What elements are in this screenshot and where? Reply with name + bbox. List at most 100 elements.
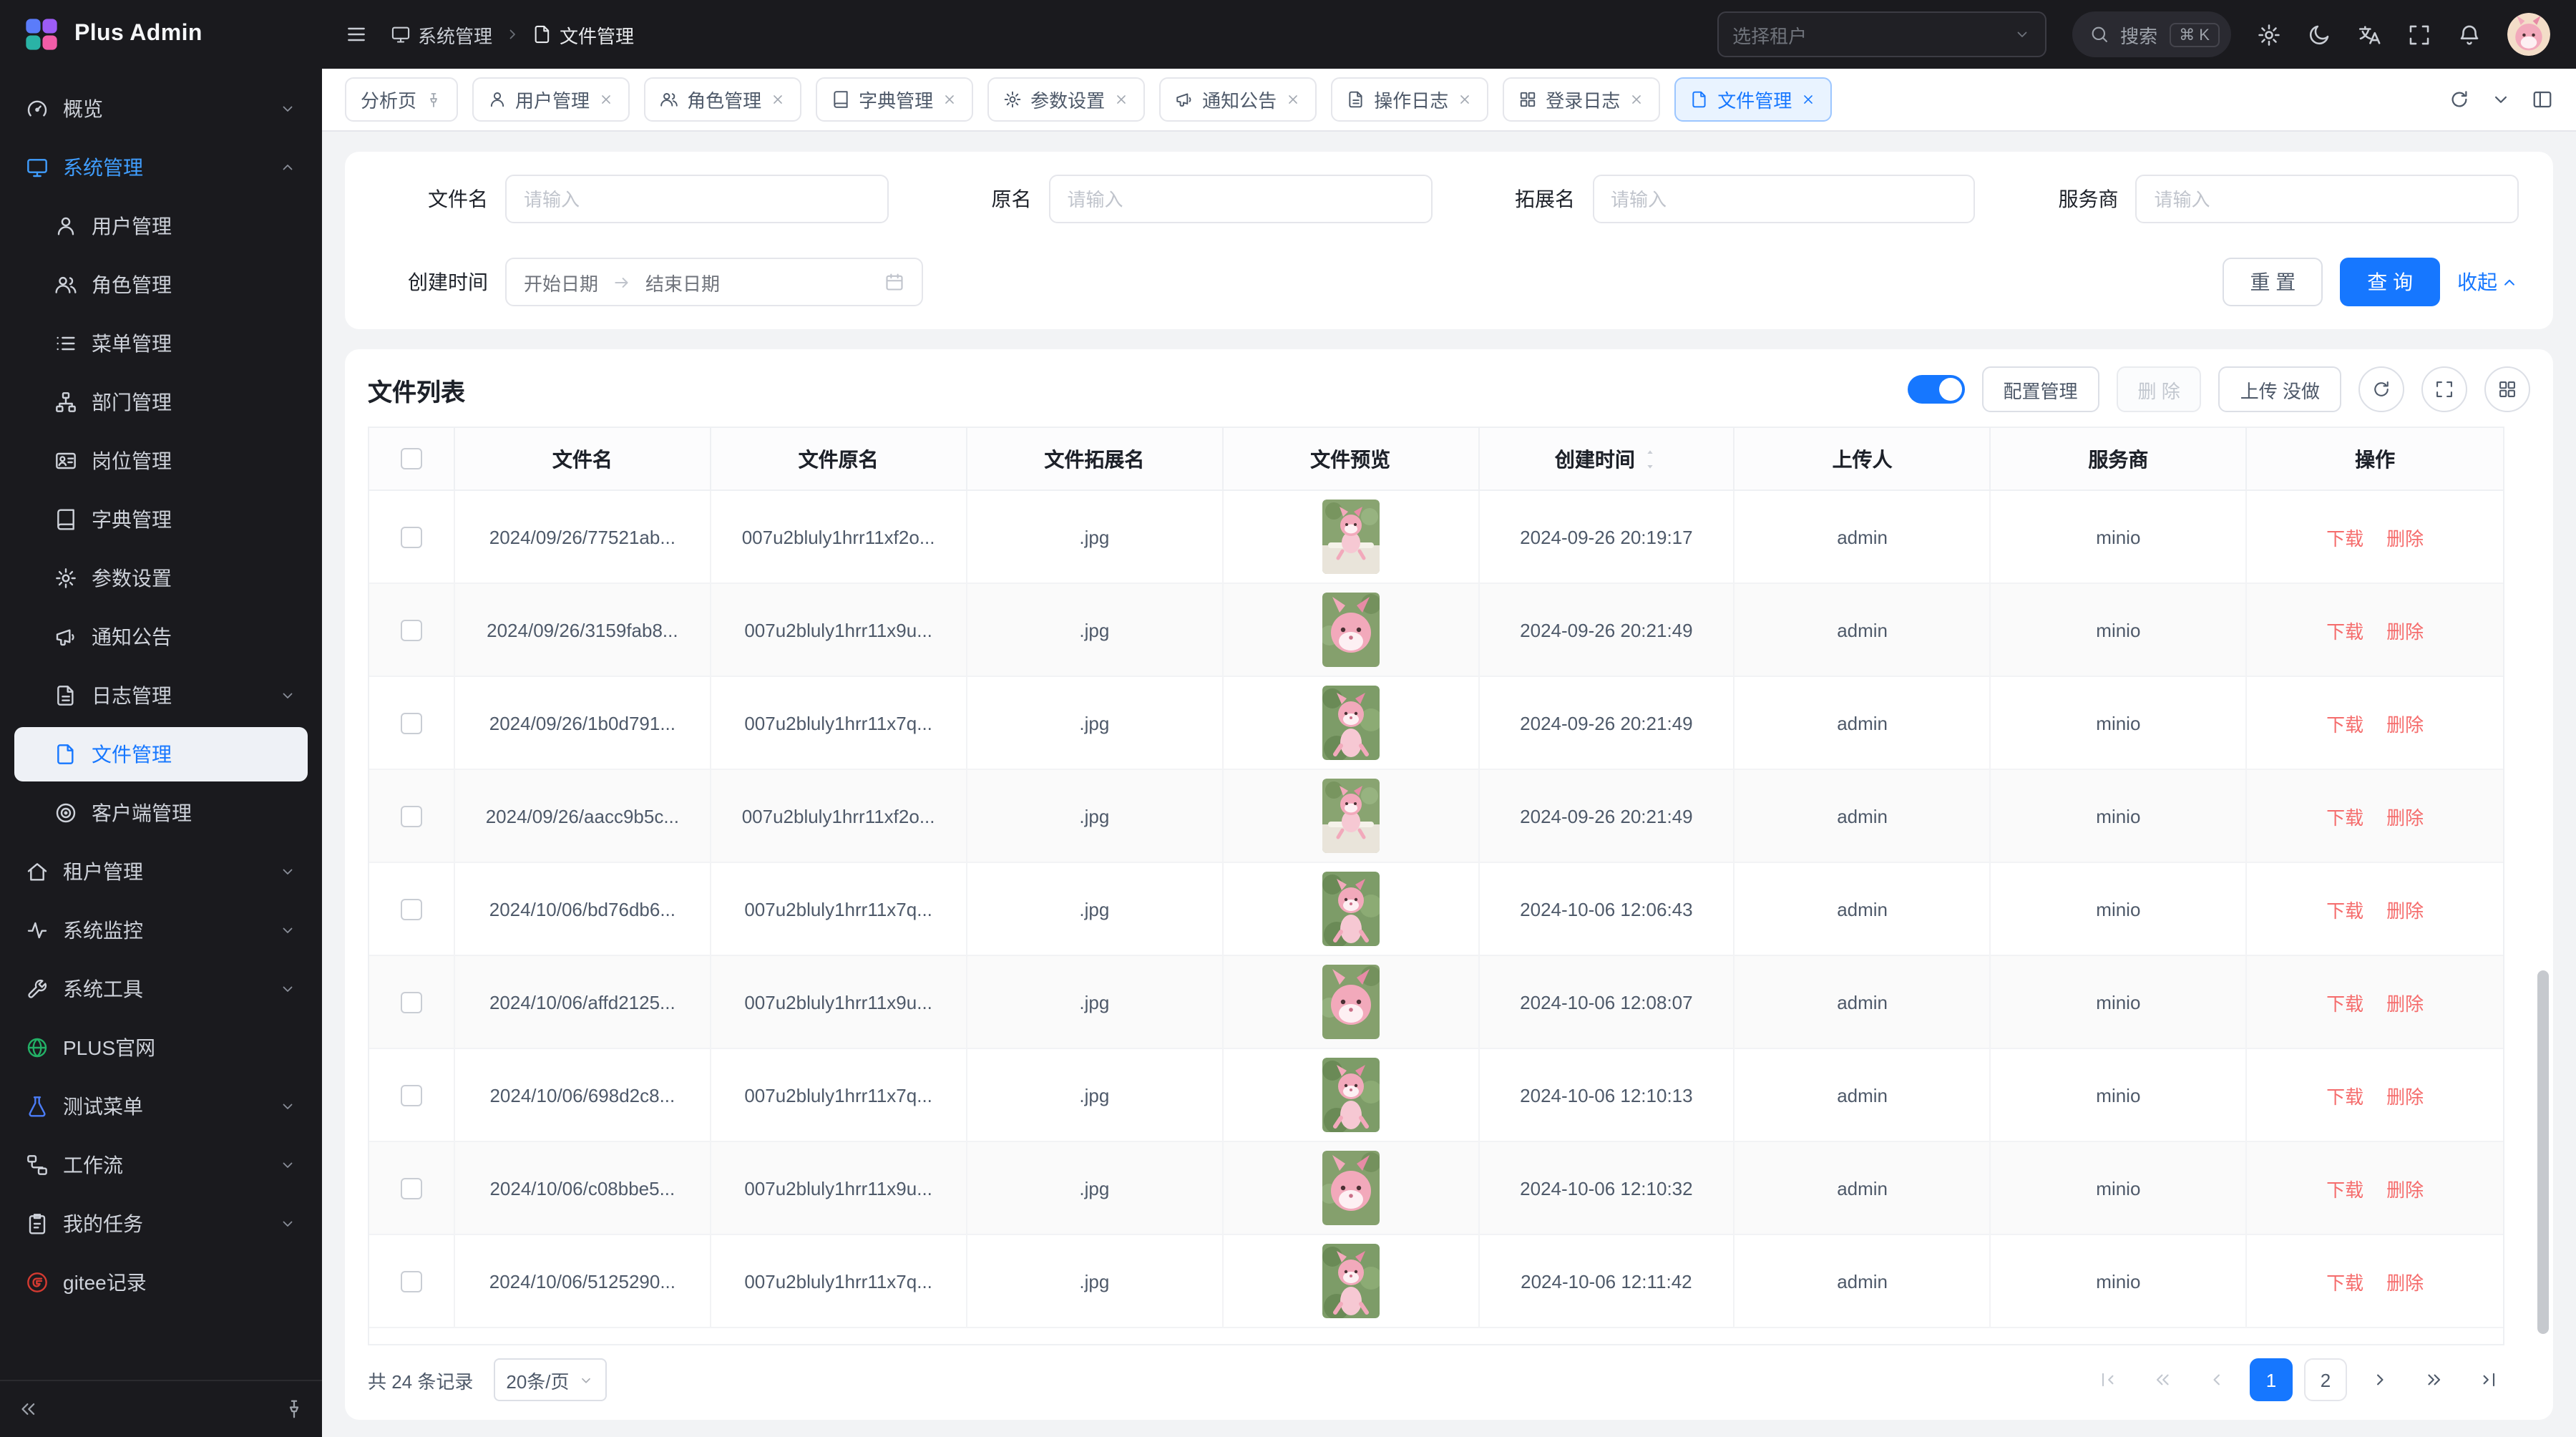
last-page-button[interactable] <box>2467 1358 2510 1401</box>
sort-icons[interactable] <box>1644 447 1658 470</box>
sidebar-item-role-manage[interactable]: 角色管理 <box>14 258 308 312</box>
search-button[interactable]: 查 询 <box>2340 258 2440 306</box>
download-link[interactable]: 下载 <box>2326 895 2363 922</box>
page-button-1[interactable]: 1 <box>2250 1358 2293 1401</box>
layout-toggle-button[interactable] <box>2532 89 2553 110</box>
language-button[interactable] <box>2357 22 2381 47</box>
expand-table-button[interactable] <box>2421 366 2467 412</box>
delete-link[interactable]: 删除 <box>2386 988 2424 1015</box>
file-preview-image[interactable] <box>1322 872 1379 946</box>
filter-input[interactable] <box>1049 175 1433 223</box>
sidebar-item-system-manage[interactable]: 系统管理 <box>14 140 308 195</box>
table-scrollbar[interactable] <box>2537 970 2549 1335</box>
close-tab-icon[interactable] <box>1629 92 1644 107</box>
upload-button[interactable]: 上传 没做 <box>2219 366 2341 412</box>
search-toggle-switch[interactable] <box>1907 375 1964 404</box>
tabs-menu-button[interactable] <box>2490 89 2512 110</box>
file-preview-image[interactable] <box>1322 1244 1379 1318</box>
download-link[interactable]: 下载 <box>2326 988 2363 1015</box>
delete-link[interactable]: 删除 <box>2386 616 2424 643</box>
breadcrumb-item-current[interactable]: 文件管理 <box>532 21 634 48</box>
user-avatar[interactable] <box>2507 13 2550 56</box>
sidebar-item-plus-site[interactable]: PLUS官网 <box>14 1020 308 1075</box>
download-link[interactable]: 下载 <box>2326 523 2363 550</box>
download-link[interactable]: 下载 <box>2326 1267 2363 1295</box>
row-checkbox[interactable] <box>401 1270 422 1292</box>
reset-button[interactable]: 重 置 <box>2223 258 2323 306</box>
dark-mode-button[interactable] <box>2307 22 2331 47</box>
download-link[interactable]: 下载 <box>2326 616 2363 643</box>
download-link[interactable]: 下载 <box>2326 709 2363 736</box>
prev-page-button[interactable] <box>2195 1358 2238 1401</box>
file-preview-image[interactable] <box>1322 686 1379 760</box>
row-checkbox[interactable] <box>401 1177 422 1199</box>
collapse-filter-link[interactable]: 收起 <box>2457 268 2519 296</box>
filter-input[interactable] <box>505 175 889 223</box>
delete-link[interactable]: 删除 <box>2386 1174 2424 1202</box>
delete-link[interactable]: 删除 <box>2386 802 2424 829</box>
tab-analysis[interactable]: 分析页 <box>345 77 458 122</box>
delete-button[interactable]: 删 除 <box>2117 366 2202 412</box>
jump-forward-button[interactable] <box>2413 1358 2456 1401</box>
sidebar-item-workflow[interactable]: 工作流 <box>14 1138 308 1192</box>
sidebar-item-menu-manage[interactable]: 菜单管理 <box>14 316 308 371</box>
page-size-select[interactable]: 20条/页 <box>493 1358 606 1401</box>
close-tab-icon[interactable] <box>1285 92 1301 107</box>
sidebar-item-system-monitor[interactable]: 系统监控 <box>14 903 308 958</box>
global-search[interactable]: 搜索 ⌘ K <box>2072 11 2231 57</box>
sidebar-item-user-manage[interactable]: 用户管理 <box>14 199 308 253</box>
row-checkbox[interactable] <box>401 898 422 920</box>
row-checkbox[interactable] <box>401 1084 422 1106</box>
delete-link[interactable]: 删除 <box>2386 895 2424 922</box>
first-page-button[interactable] <box>2087 1358 2129 1401</box>
close-tab-icon[interactable] <box>770 92 786 107</box>
tab-item-3[interactable]: 字典管理 <box>816 77 973 122</box>
close-tab-icon[interactable] <box>598 92 614 107</box>
row-checkbox[interactable] <box>401 805 422 827</box>
file-preview-image[interactable] <box>1322 779 1379 853</box>
select-all-checkbox[interactable] <box>401 448 422 469</box>
settings-button[interactable] <box>2257 22 2281 47</box>
row-checkbox[interactable] <box>401 619 422 640</box>
tab-item-5[interactable]: 通知公告 <box>1159 77 1317 122</box>
close-tab-icon[interactable] <box>1800 92 1816 107</box>
delete-link[interactable]: 删除 <box>2386 1081 2424 1109</box>
page-button-2[interactable]: 2 <box>2304 1358 2347 1401</box>
download-link[interactable]: 下载 <box>2326 1081 2363 1109</box>
file-preview-image[interactable] <box>1322 1151 1379 1225</box>
file-preview-image[interactable] <box>1322 965 1379 1039</box>
download-link[interactable]: 下载 <box>2326 802 2363 829</box>
close-tab-icon[interactable] <box>1457 92 1473 107</box>
refresh-table-button[interactable] <box>2358 366 2404 412</box>
sidebar-item-dict-manage[interactable]: 字典管理 <box>14 492 308 547</box>
tab-item-2[interactable]: 角色管理 <box>644 77 801 122</box>
download-link[interactable]: 下载 <box>2326 1174 2363 1202</box>
tab-item-6[interactable]: 操作日志 <box>1331 77 1488 122</box>
collapse-sidebar-button[interactable] <box>17 1398 39 1420</box>
sidebar-item-tenant-manage[interactable]: 租户管理 <box>14 844 308 899</box>
app-logo[interactable]: Plus Admin <box>0 16 322 53</box>
delete-link[interactable]: 删除 <box>2386 1267 2424 1295</box>
row-checkbox[interactable] <box>401 712 422 734</box>
column-header-4[interactable]: 创建时间 <box>1479 428 1735 491</box>
tenant-select[interactable]: 选择租户 <box>1717 11 2046 57</box>
tab-item-1[interactable]: 用户管理 <box>472 77 630 122</box>
sidebar-item-overview[interactable]: 概览 <box>14 82 308 136</box>
filter-input[interactable] <box>2136 175 2519 223</box>
fullscreen-button[interactable] <box>2407 22 2431 47</box>
close-tab-icon[interactable] <box>1113 92 1129 107</box>
tab-item-7[interactable]: 登录日志 <box>1503 77 1660 122</box>
tab-item-8[interactable]: 文件管理 <box>1674 77 1832 122</box>
close-tab-icon[interactable] <box>942 92 957 107</box>
sidebar-item-dept-manage[interactable]: 部门管理 <box>14 375 308 429</box>
file-preview-image[interactable] <box>1322 500 1379 574</box>
sidebar-item-test-menu[interactable]: 测试菜单 <box>14 1079 308 1134</box>
sidebar-item-file-manage[interactable]: 文件管理 <box>14 727 308 781</box>
file-preview-image[interactable] <box>1322 1058 1379 1132</box>
sidebar-item-gitee-log[interactable]: gitee记录 <box>14 1255 308 1310</box>
column-settings-button[interactable] <box>2484 366 2530 412</box>
sidebar-item-post-manage[interactable]: 岗位管理 <box>14 434 308 488</box>
delete-link[interactable]: 删除 <box>2386 523 2424 550</box>
jump-back-button[interactable] <box>2141 1358 2184 1401</box>
sidebar-item-system-tools[interactable]: 系统工具 <box>14 962 308 1016</box>
